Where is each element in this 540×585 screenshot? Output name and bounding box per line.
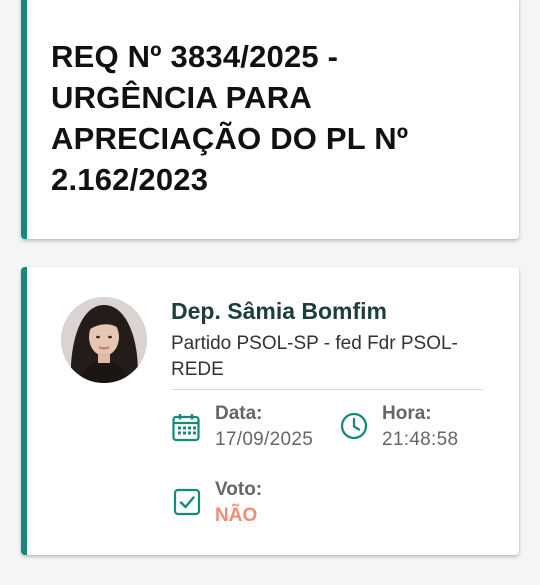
clock-icon [340, 412, 368, 440]
vote-card[interactable]: Dep. Sâmia Bomfim Partido PSOL-SP - fed … [21, 267, 519, 555]
time-label: Hora: [382, 403, 432, 424]
vote-label: Voto: [215, 479, 263, 500]
calendar-icon [171, 412, 201, 442]
deputy-name: Dep. Sâmia Bomfim [171, 298, 387, 324]
date-label: Data: [215, 403, 263, 424]
checkbox-icon [173, 488, 201, 516]
deputy-photo [61, 297, 147, 383]
request-title: REQ Nº 3834/2025 - URGÊNCIA PARA APRECIA… [51, 39, 409, 197]
divider [171, 389, 483, 390]
request-card: REQ Nº 3834/2025 - URGÊNCIA PARA APRECIA… [21, 0, 519, 239]
avatar [61, 297, 147, 383]
deputy-party: Partido PSOL-SP - fed Fdr PSOL-REDE [171, 333, 458, 380]
time-value: 21:48:58 [382, 429, 459, 450]
vote-value: NÃO [215, 505, 258, 526]
date-value: 17/09/2025 [215, 429, 314, 450]
